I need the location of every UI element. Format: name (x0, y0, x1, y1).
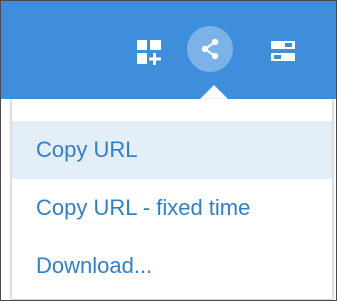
share-dropdown-menu: Copy URL Copy URL - fixed time Download.… (11, 99, 333, 299)
app-frame: Copy URL Copy URL - fixed time Download.… (0, 0, 337, 301)
add-panel-icon[interactable] (134, 37, 164, 67)
settings-icon[interactable] (269, 39, 297, 63)
menu-caret (199, 85, 229, 100)
share-icon[interactable] (187, 26, 233, 72)
copy-url-menu-item[interactable]: Copy URL (12, 121, 332, 179)
download-menu-item[interactable]: Download... (12, 237, 332, 295)
copy-url-fixed-time-menu-item[interactable]: Copy URL - fixed time (12, 179, 332, 237)
top-toolbar (1, 1, 336, 99)
